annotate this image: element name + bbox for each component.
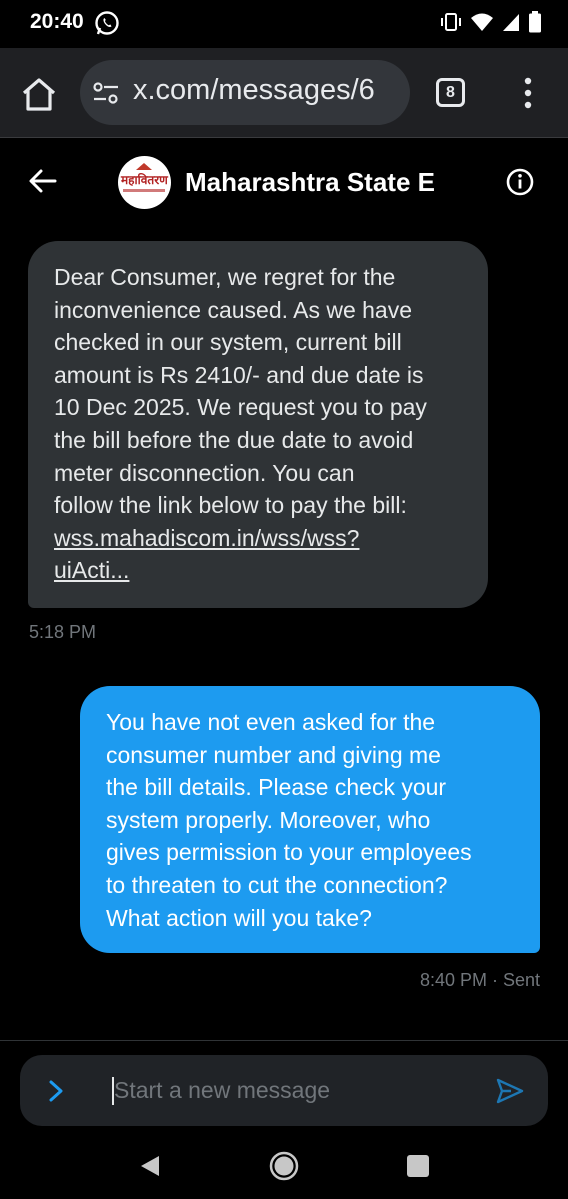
payment-link-continued[interactable]: uiActi...: [54, 554, 462, 587]
site-settings-icon[interactable]: [92, 80, 120, 106]
vibrate-icon: [441, 13, 461, 31]
battery-icon: [529, 11, 541, 33]
wifi-icon: [471, 13, 493, 31]
message-line: inconvenience caused. As we have: [54, 296, 413, 323]
message-line: What action will you take?: [106, 904, 372, 931]
message-line: gives permission to your employees: [106, 839, 472, 866]
browser-toolbar: x.com/messages/6 8: [0, 48, 568, 138]
message-line: system properly. Moreover, who: [106, 806, 431, 833]
message-line: You have not even asked for the: [106, 709, 436, 735]
status-icons: [440, 11, 542, 33]
message-line: to threaten to cut the connection?: [106, 871, 448, 898]
status-bar: 20:40: [0, 0, 568, 48]
conversation-title[interactable]: Maharashtra State E: [185, 167, 450, 198]
text-cursor: [112, 1077, 114, 1105]
tabs-icon[interactable]: 8: [436, 78, 465, 107]
incoming-message-time: 5:18 PM: [29, 622, 97, 642]
nav-recents-icon[interactable]: [407, 1155, 429, 1177]
message-input[interactable]: [112, 1072, 472, 1108]
signal-icon: [503, 14, 519, 31]
url-bar[interactable]: x.com/messages/6: [80, 60, 410, 125]
message-composer: [20, 1055, 548, 1126]
payment-link[interactable]: wss.mahadiscom.in/wss/wss?: [54, 522, 462, 555]
url-text[interactable]: x.com/messages/6: [133, 74, 375, 107]
message-line: amount is Rs 2410/- and due date is: [54, 361, 424, 388]
incoming-message-bubble[interactable]: Dear Consumer, we regret for the inconve…: [28, 241, 488, 608]
outgoing-message-bubble[interactable]: You have not even asked for the consumer…: [80, 686, 540, 953]
menu-icon[interactable]: [515, 76, 541, 110]
message-line: 10 Dec 2025. We request you to pay: [54, 394, 427, 421]
logo-roof-icon: [136, 163, 152, 170]
outgoing-message-status: 8:40 PM · Sent: [419, 970, 540, 990]
nav-home-icon[interactable]: [268, 1150, 300, 1182]
avatar-logo-text: महावितरण: [121, 173, 168, 187]
message-line: Dear Consumer, we regret for the: [54, 264, 396, 290]
avatar[interactable]: महावितरण: [118, 156, 171, 209]
message-line: meter disconnection. You can: [54, 459, 355, 486]
logo-underline: [123, 189, 165, 192]
back-arrow-icon[interactable]: [28, 167, 58, 195]
whatsapp-icon: [95, 11, 119, 35]
message-line: follow the link below to pay the bill:: [54, 492, 407, 519]
status-time: 20:40: [30, 10, 84, 33]
send-icon[interactable]: [495, 1077, 525, 1105]
message-line: consumer number and giving me: [106, 741, 441, 768]
composer-area: [0, 1040, 568, 1140]
system-nav-bar: [0, 1140, 568, 1199]
home-icon[interactable]: [20, 76, 58, 112]
incoming-message-text: Dear Consumer, we regret for the inconve…: [54, 261, 462, 587]
nav-back-icon[interactable]: [139, 1154, 161, 1178]
outgoing-message-text: You have not even asked for the consumer…: [106, 706, 514, 934]
conversation-header: महावितरण Maharashtra State E: [0, 139, 568, 227]
expand-icon[interactable]: [48, 1079, 64, 1103]
message-line: checked in our system, current bill: [54, 329, 402, 356]
message-line: the bill before the due date to avoid: [54, 426, 414, 453]
message-line: the bill details. Please check your: [106, 774, 447, 801]
info-icon[interactable]: [506, 168, 534, 196]
screen: 20:40 x.com/messages/6 8 महावितरण Mahara…: [0, 0, 568, 1199]
